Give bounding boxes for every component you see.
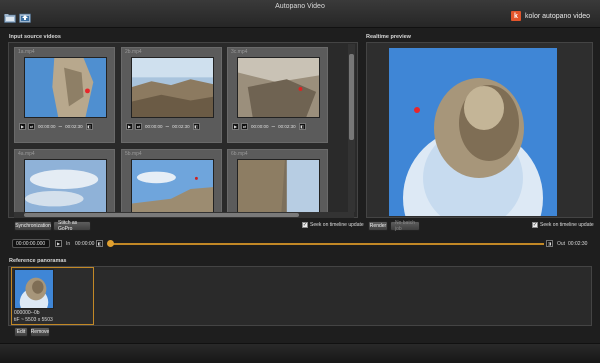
source-vertical-scrollbar[interactable]: [348, 44, 355, 212]
video-tile[interactable]: 3c.mp4 ▶ ⇄ 00:00:00 ⏤ 00:02:30 ◧: [227, 47, 328, 143]
synchronization-button[interactable]: Synchronization: [14, 221, 52, 231]
video-tile[interactable]: 4a.mp4: [14, 149, 115, 217]
video-tile[interactable]: 2b.mp4 ▶ ⇄ 00:00:00 ⏤ 00:02:30 ◧: [121, 47, 222, 143]
batch-job-button[interactable]: No batch job: [390, 220, 420, 232]
video-current-time: 00:00:00: [251, 124, 269, 129]
loop-icon[interactable]: ⇄: [241, 123, 248, 130]
video-controls: ▶ ⇄ 00:00:00 ⏤ 00:02:30 ◧: [19, 122, 111, 131]
checkbox-label: Seek on timeline update: [310, 222, 364, 228]
edit-button[interactable]: Edit: [14, 327, 28, 337]
timecode-separator-icon: ⏤: [271, 124, 276, 129]
remove-button[interactable]: Remove: [30, 327, 50, 337]
video-name: 1a.mp4: [18, 49, 35, 55]
play-icon[interactable]: ▶: [19, 123, 26, 130]
marker-icon[interactable]: ◧: [192, 123, 200, 130]
timeline-track[interactable]: [110, 243, 544, 245]
video-controls: ▶ ⇄ 00:00:00 ⏤ 00:02:30 ◧: [126, 122, 218, 131]
in-time-field[interactable]: 00:00:00: [72, 239, 96, 248]
open-folder-icon[interactable]: [4, 13, 16, 23]
loop-icon[interactable]: ⇄: [28, 123, 35, 130]
checkbox-checked-icon[interactable]: ✓: [532, 222, 538, 228]
scrollbar-thumb[interactable]: [24, 213, 299, 217]
source-seek-checkbox[interactable]: ✓ Seek on timeline update: [302, 222, 364, 228]
current-time-field[interactable]: 00:00:00.000: [12, 239, 50, 248]
loop-icon[interactable]: ⇄: [135, 123, 142, 130]
set-in-icon[interactable]: ◧: [96, 240, 103, 247]
checkbox-label: Seek on timeline update: [540, 222, 594, 228]
video-duration: 00:02:30: [65, 124, 83, 129]
video-name: 2b.mp4: [125, 49, 142, 55]
video-name: 4a.mp4: [18, 151, 35, 157]
video-thumbnail: [237, 159, 320, 217]
video-thumbnail: [24, 159, 107, 217]
export-icon[interactable]: [19, 13, 31, 23]
timecode-separator-icon: ⏤: [165, 124, 170, 129]
video-controls: ▶ ⇄ 00:00:00 ⏤ 00:02:30 ◧: [232, 122, 324, 131]
stitch-button[interactable]: Stitch as GoPro: [53, 220, 91, 232]
reference-panoramas-pane: [8, 266, 592, 326]
video-name: 3c.mp4: [231, 49, 248, 55]
marker-icon[interactable]: ◧: [298, 123, 306, 130]
source-panel-label: Input source videos: [9, 34, 61, 40]
window-title: Autopano Video: [275, 3, 325, 10]
video-name: 5b.mp4: [125, 151, 142, 157]
video-current-time: 00:00:00: [145, 124, 163, 129]
video-duration: 00:02:30: [278, 124, 296, 129]
video-tile[interactable]: 1a.mp4 ▶ ⇄ 00:00:00 ⏤ 00:02:30 ◧: [14, 47, 115, 143]
kolor-logo-icon: k: [511, 11, 521, 21]
out-time-field[interactable]: 00:02:30: [565, 239, 591, 248]
status-bar: [0, 343, 600, 363]
video-thumbnail: [131, 57, 214, 118]
timecode-separator-icon: ⏤: [58, 124, 63, 129]
set-out-icon[interactable]: ◨: [546, 240, 553, 247]
source-horizontal-scrollbar[interactable]: [14, 212, 354, 218]
checkbox-checked-icon[interactable]: ✓: [302, 222, 308, 228]
video-tile[interactable]: 5b.mp4: [121, 149, 222, 217]
video-thumbnail: [24, 57, 107, 118]
brand: k kolor autopano video: [511, 11, 590, 21]
play-icon[interactable]: ▶: [55, 240, 62, 247]
out-label: Out: [557, 241, 566, 247]
video-current-time: 00:00:00: [38, 124, 56, 129]
play-icon[interactable]: ▶: [126, 123, 133, 130]
render-button[interactable]: Render: [368, 221, 388, 231]
reference-panel-label: Reference panoramas: [9, 258, 67, 264]
video-duration: 00:02:30: [172, 124, 190, 129]
marker-icon[interactable]: ◧: [85, 123, 93, 130]
scrollbar-thumb[interactable]: [349, 54, 354, 140]
reference-thumbnail: [14, 269, 54, 309]
brand-name: kolor autopano video: [525, 12, 590, 20]
video-tile[interactable]: 6b.mp4: [227, 149, 328, 217]
video-thumbnail: [237, 57, 320, 118]
video-name: 6b.mp4: [231, 151, 248, 157]
preview-seek-checkbox[interactable]: ✓ Seek on timeline update: [532, 222, 594, 228]
timeline-playhead[interactable]: [107, 240, 114, 247]
reference-item-name: 000000--0b: [14, 310, 40, 316]
source-videos-pane: 1a.mp4 ▶ ⇄ 00:00:00 ⏤ 00:02:30 ◧ 2b.mp4 …: [8, 42, 358, 218]
play-icon[interactable]: ▶: [232, 123, 239, 130]
reference-item-info: tiF ~ 5503 x 5503: [14, 317, 53, 323]
video-thumbnail: [131, 159, 214, 217]
panorama-preview: [389, 48, 557, 216]
preview-panel-label: Realtime preview: [366, 34, 411, 40]
window-titlebar: Autopano Video k kolor autopano video: [0, 0, 600, 28]
in-label: In: [66, 241, 71, 247]
